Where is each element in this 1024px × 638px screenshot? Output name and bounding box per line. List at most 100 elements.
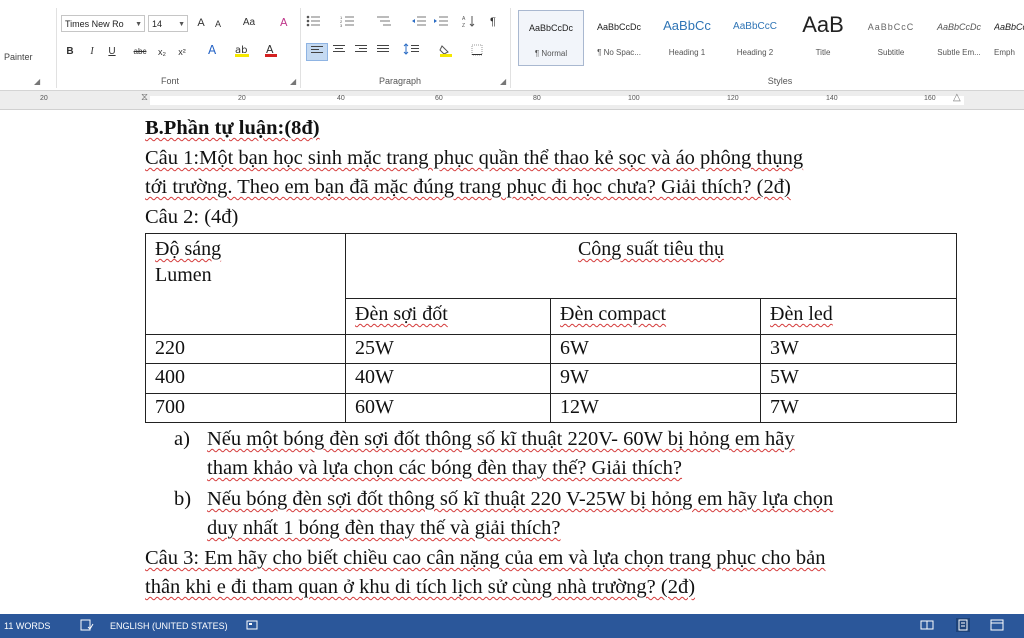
increase-indent-icon[interactable] <box>432 14 450 30</box>
font-color-icon[interactable]: A <box>262 42 288 58</box>
shrink-font-button[interactable]: A <box>212 16 224 32</box>
table-cell: 40W <box>345 363 551 394</box>
item-label-a: a) <box>174 428 190 450</box>
style-name: Emph <box>994 48 1015 57</box>
brightness-header-cell: Độ sáng Lumen <box>145 232 346 336</box>
table-cell: 60W <box>345 392 551 424</box>
change-case-button[interactable]: Aa <box>238 15 260 31</box>
table-cell: 7W <box>759 392 958 424</box>
paragraph-dialog-launcher-icon[interactable]: ◢ <box>500 77 506 86</box>
format-painter-label[interactable]: Painter <box>4 52 33 62</box>
style-name: Subtle Em... <box>937 48 981 57</box>
line-spacing-icon[interactable] <box>402 43 426 59</box>
style-heading-1[interactable]: AaBbCc Heading 1 <box>654 10 720 66</box>
highlight-icon[interactable]: ab <box>232 42 258 58</box>
brightness-unit-label: Lumen <box>155 264 212 286</box>
style-no-spacing[interactable]: AaBbCcDc ¶ No Spac... <box>586 10 652 66</box>
multilevel-list-icon[interactable] <box>374 14 398 30</box>
indent-marker-icon[interactable]: ⧖ <box>141 92 148 103</box>
ruler-label: 60 <box>435 95 443 102</box>
shading-icon[interactable] <box>436 43 462 59</box>
chevron-down-icon: ▼ <box>178 21 185 28</box>
ruler-track <box>150 96 964 105</box>
superscript-button[interactable]: x² <box>175 44 189 60</box>
style-sample: AaBbCcC <box>733 21 777 32</box>
right-indent-marker-icon[interactable]: △ <box>953 92 961 103</box>
svg-text:A: A <box>462 16 466 22</box>
ruler-label: 80 <box>533 95 541 102</box>
horizontal-ruler[interactable]: 20 ⧖ 20 40 60 80 100 120 140 160 △ <box>0 91 1024 110</box>
subscript-button[interactable]: x₂ <box>155 44 169 60</box>
numbering-icon[interactable]: 123 <box>340 14 360 30</box>
borders-icon[interactable] <box>468 43 494 59</box>
read-mode-icon[interactable] <box>920 618 934 632</box>
style-heading-2[interactable]: AaBbCcC Heading 2 <box>722 10 788 66</box>
style-name: Heading 2 <box>736 48 774 57</box>
svg-text:A: A <box>280 16 288 29</box>
group-separator <box>300 8 301 88</box>
table-row: 700 60W 12W 7W <box>145 392 958 424</box>
proofing-icon[interactable] <box>80 618 94 632</box>
question-2a-line-2: tham khảo và lựa chọn các bóng đèn thay … <box>207 457 683 479</box>
table-cell: 5W <box>759 363 958 394</box>
item-label-b: b) <box>174 488 192 510</box>
section-heading: B.Phần tự luận:(8đ) <box>145 117 320 139</box>
strikethrough-button[interactable]: abc <box>130 44 150 60</box>
web-layout-icon[interactable] <box>990 618 1004 632</box>
align-center-icon[interactable] <box>330 43 348 59</box>
svg-text:A: A <box>208 43 217 57</box>
style-normal[interactable]: AaBbCcDc ¶ Normal <box>518 10 584 66</box>
chevron-down-icon: ▼ <box>135 21 142 28</box>
clear-formatting-icon[interactable]: A <box>278 15 294 31</box>
ruler-label: 120 <box>727 95 739 102</box>
justify-icon[interactable] <box>374 43 392 59</box>
italic-button[interactable]: I <box>86 44 98 60</box>
style-emphasis[interactable]: AaBbCcDc Emph <box>994 10 1024 66</box>
table-cell: 25W <box>345 334 551 365</box>
bold-button[interactable]: B <box>64 44 76 60</box>
text-effects-icon[interactable]: A <box>205 42 227 58</box>
table-cell: 12W <box>550 392 761 424</box>
clipboard-dialog-launcher-icon[interactable]: ◢ <box>34 77 40 86</box>
table-cell: 700 <box>145 392 346 424</box>
brightness-header-label: Độ sáng <box>155 238 222 260</box>
power-consumption-table: Độ sáng Lumen Công suất tiêu thụ Đèn sợi… <box>145 232 958 424</box>
decrease-indent-icon[interactable] <box>410 14 428 30</box>
ruler-label: 100 <box>628 95 640 102</box>
style-subtle-emphasis[interactable]: AaBbCcDc Subtle Em... <box>926 10 992 66</box>
macro-record-icon[interactable] <box>245 618 259 632</box>
style-name: ¶ Normal <box>534 49 568 58</box>
ruler-label: 40 <box>337 95 345 102</box>
ruler-label: 20 <box>238 95 246 102</box>
grow-font-button[interactable]: A <box>194 15 208 31</box>
document-page[interactable]: B.Phần tự luận:(8đ) Câu 1:Một bạn học si… <box>0 110 1024 614</box>
word-count[interactable]: 11 WORDS <box>4 621 50 631</box>
style-sample: AaBbCcDc <box>528 23 573 33</box>
style-title[interactable]: AaB Title <box>790 10 856 66</box>
style-name: Title <box>815 48 831 57</box>
language-indicator[interactable]: ENGLISH (UNITED STATES) <box>110 621 228 631</box>
font-dialog-launcher-icon[interactable]: ◢ <box>290 77 296 86</box>
show-formatting-icon[interactable]: ¶ <box>486 14 500 30</box>
question-2b-line-2: duy nhất 1 bóng đèn thay thế và giải thí… <box>207 517 561 539</box>
underline-button[interactable]: U <box>106 44 118 60</box>
ruler-label: 20 <box>40 95 48 102</box>
font-size-combo[interactable]: 14 ▼ <box>148 15 188 32</box>
align-right-icon[interactable] <box>352 43 370 59</box>
question-2-title: Câu 2: (4đ) <box>145 206 239 228</box>
sort-icon[interactable]: AZ <box>462 14 476 30</box>
font-group-label: Font <box>160 76 179 86</box>
table-cell: 220 <box>145 334 346 365</box>
align-left-icon[interactable] <box>306 43 328 61</box>
lamp-type-header: Đèn compact <box>550 298 761 336</box>
style-subtitle[interactable]: AaBbCcC Subtitle <box>858 10 924 66</box>
table-cell: 9W <box>550 363 761 394</box>
style-name: ¶ No Spac... <box>597 48 641 57</box>
style-sample: AaB <box>802 12 844 37</box>
power-header-cell: Công suất tiêu thụ <box>344 232 958 300</box>
bullets-icon[interactable] <box>306 14 326 30</box>
svg-text:Z: Z <box>462 23 465 28</box>
style-sample: AaBbCcDc <box>936 22 981 32</box>
print-layout-icon[interactable] <box>956 618 970 632</box>
font-name-combo[interactable]: Times New Ro ▼ <box>61 15 145 32</box>
